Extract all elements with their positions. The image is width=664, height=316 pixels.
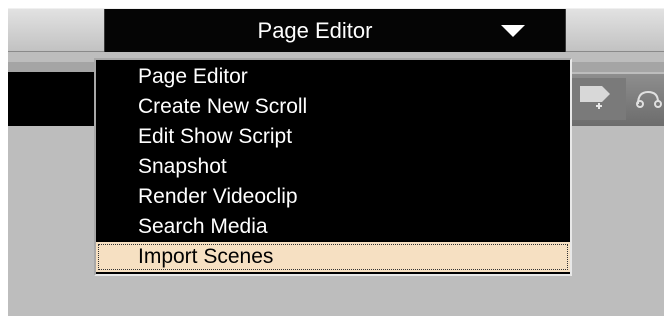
insert-clip-icon[interactable] bbox=[572, 78, 626, 120]
mode-select-value: Page Editor bbox=[257, 18, 373, 43]
chevron-down-icon[interactable] bbox=[501, 25, 525, 37]
mode-dropdown-menu: Page Editor Create New Scroll Edit Show … bbox=[94, 58, 572, 276]
menu-item-edit-show-script[interactable]: Edit Show Script bbox=[96, 122, 570, 152]
page-editor-window: Page Editor Page Editor Create New Scrol… bbox=[0, 0, 664, 316]
menu-item-page-editor[interactable]: Page Editor bbox=[96, 62, 570, 92]
menu-item-import-scenes[interactable]: Import Scenes bbox=[96, 242, 570, 272]
top-toolbar: Page Editor bbox=[8, 8, 664, 52]
menu-item-render-videoclip[interactable]: Render Videoclip bbox=[96, 182, 570, 212]
menu-item-create-new-scroll[interactable]: Create New Scroll bbox=[96, 92, 570, 122]
menu-item-search-media[interactable]: Search Media bbox=[96, 212, 570, 242]
mode-select[interactable]: Page Editor bbox=[104, 9, 566, 52]
link-node-icon[interactable] bbox=[636, 88, 662, 108]
menu-item-snapshot[interactable]: Snapshot bbox=[96, 152, 570, 182]
